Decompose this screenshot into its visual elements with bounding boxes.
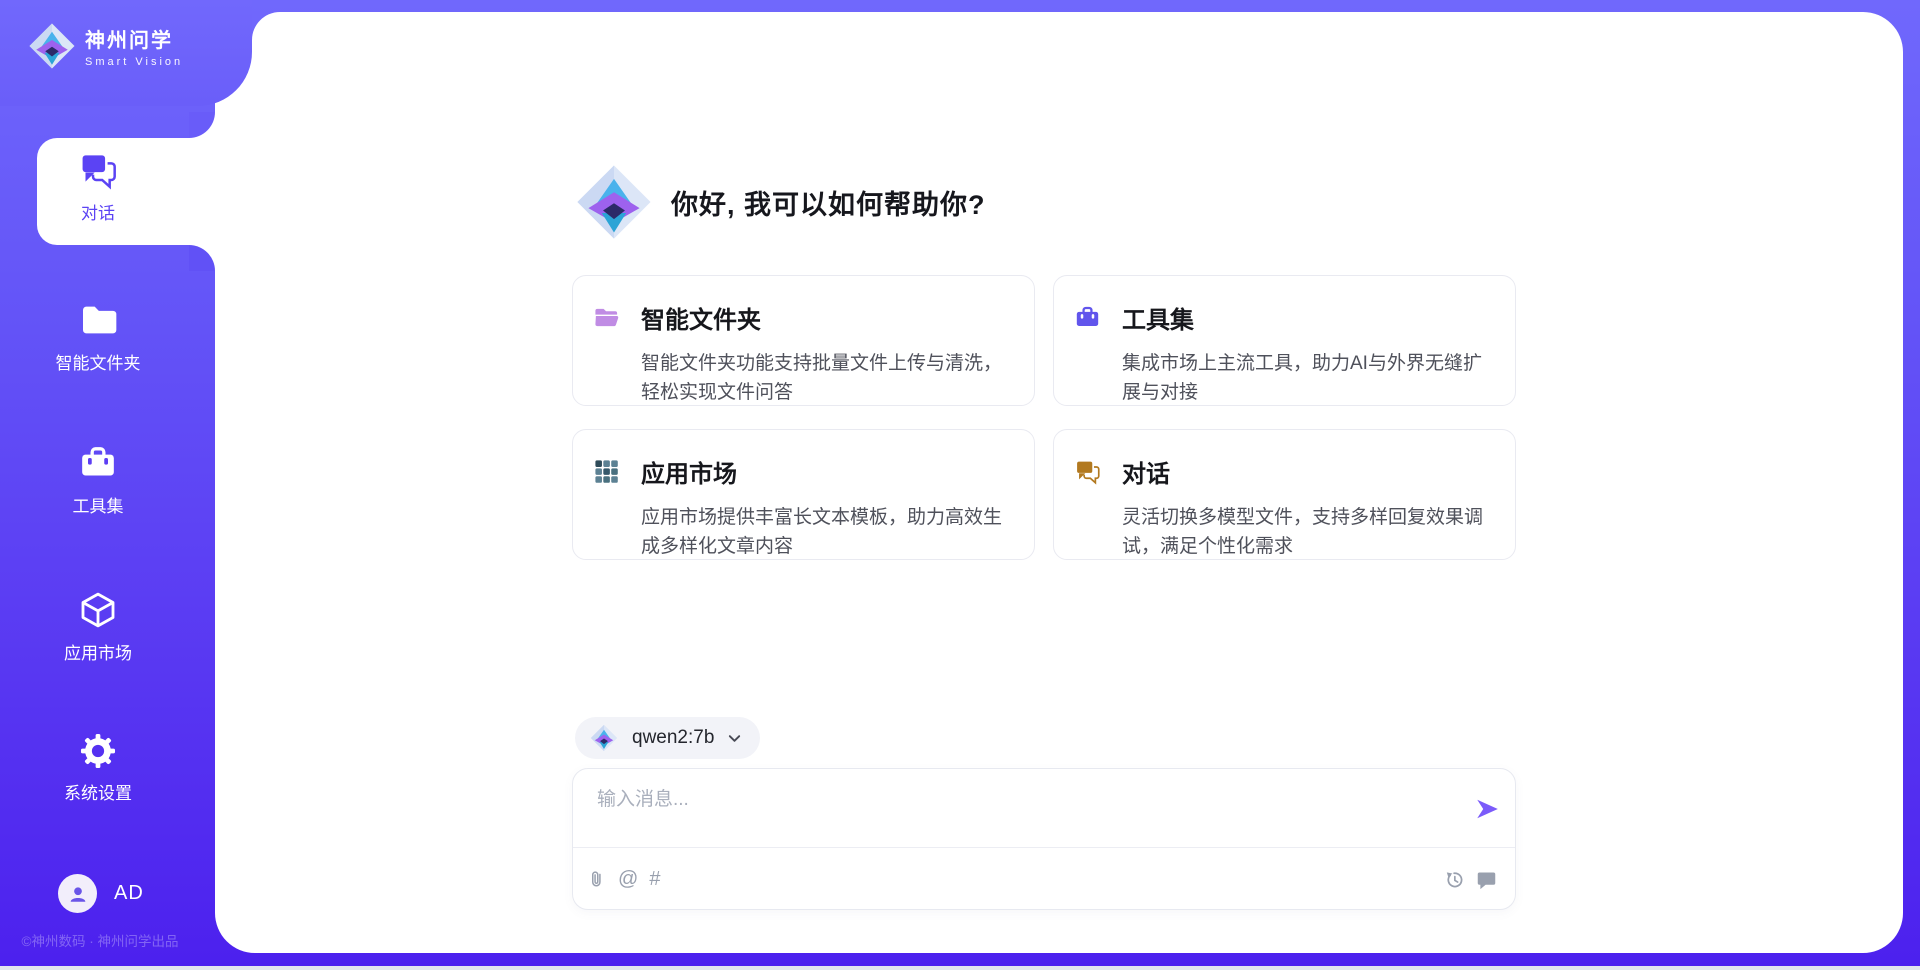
- sidebar-item-chat[interactable]: 对话: [37, 138, 215, 245]
- history-icon: [1444, 869, 1465, 890]
- sidebar-item-settings[interactable]: 系统设置: [0, 732, 196, 804]
- sidebar-item-app-market[interactable]: 应用市场: [0, 590, 196, 664]
- brand-name: 神州问学: [85, 24, 183, 53]
- card-description: 集成市场上主流工具，助力AI与外界无缝扩展与对接: [1122, 349, 1489, 406]
- at-icon: @: [618, 869, 638, 889]
- brand-diamond-icon: [590, 724, 618, 752]
- user-account[interactable]: AD: [58, 874, 144, 913]
- corner-curve-decoration: [252, 12, 280, 40]
- sidebar-item-toolset[interactable]: 工具集: [0, 443, 196, 517]
- comment-icon: [1476, 869, 1497, 890]
- card-description: 智能文件夹功能支持批量文件上传与清洗，轻松实现文件问答: [641, 349, 1008, 406]
- card-title: 应用市场: [641, 454, 737, 489]
- card-head: 工具集: [1074, 300, 1489, 335]
- model-name: qwen2:7b: [632, 727, 714, 749]
- card-head: 智能文件夹: [593, 300, 1008, 335]
- copyright-footer: ©神州数码 · 神州问学出品: [0, 930, 200, 950]
- feature-cards: 智能文件夹 智能文件夹功能支持批量文件上传与清洗，轻松实现文件问答 工具集 集成…: [572, 275, 1516, 560]
- composer-toolbar: @ #: [587, 848, 1497, 910]
- brand-logo: 神州问学 Smart Vision: [28, 22, 183, 70]
- user-name: AD: [114, 882, 144, 905]
- gear-icon: [79, 732, 117, 770]
- card-chat[interactable]: 对话 灵活切换多模型文件，支持多样回复效果调试，满足个性化需求: [1053, 429, 1516, 560]
- card-toolset[interactable]: 工具集 集成市场上主流工具，助力AI与外界无缝扩展与对接: [1053, 275, 1516, 406]
- main-content: 你好, 我可以如何帮助你? 智能文件夹 智能文件夹功能支持批量文件上传与清洗，轻…: [215, 12, 1903, 953]
- sidebar-item-chat-inner: 对话: [37, 138, 159, 224]
- sidebar-item-smart-folder[interactable]: 智能文件夹: [0, 300, 196, 374]
- greeting: 你好, 我可以如何帮助你?: [575, 163, 986, 241]
- model-selector[interactable]: qwen2:7b: [575, 717, 760, 759]
- brand-diamond-icon: [28, 22, 76, 70]
- message-input[interactable]: [597, 783, 1427, 817]
- sidebar-item-label: 工具集: [73, 492, 124, 517]
- card-head: 应用市场: [593, 454, 1008, 489]
- greeting-title: 你好, 我可以如何帮助你?: [671, 183, 986, 222]
- bottom-edge-strip: [0, 966, 1920, 970]
- card-head: 对话: [1074, 454, 1489, 489]
- topic-button[interactable]: #: [649, 869, 660, 889]
- card-description: 应用市场提供丰富长文本模板，助力高效生成多样化文章内容: [641, 503, 1008, 560]
- sidebar-item-label: 智能文件夹: [56, 349, 141, 374]
- brand-subtitle: Smart Vision: [85, 56, 183, 68]
- message-composer: @ #: [572, 768, 1516, 910]
- paperclip-icon: [587, 869, 607, 889]
- card-app-market[interactable]: 应用市场 应用市场提供丰富长文本模板，助力高效生成多样化文章内容: [572, 429, 1035, 560]
- send-icon[interactable]: [1474, 796, 1500, 822]
- chat-bubbles-icon: [1074, 458, 1101, 485]
- hash-icon: #: [649, 869, 660, 889]
- chevron-down-icon: [727, 731, 742, 746]
- avatar: [58, 874, 97, 913]
- sidebar-item-label: 对话: [81, 199, 115, 224]
- sidebar-item-label: 系统设置: [64, 779, 132, 804]
- sidebar: 神州问学 Smart Vision 对话 智能文件夹 工具集 应用市场 系统设置: [0, 0, 215, 970]
- card-title: 对话: [1122, 454, 1170, 489]
- app-screen: 神州问学 Smart Vision 对话 智能文件夹 工具集 应用市场 系统设置: [0, 0, 1920, 970]
- card-smart-folder[interactable]: 智能文件夹 智能文件夹功能支持批量文件上传与清洗，轻松实现文件问答: [572, 275, 1035, 406]
- feedback-button[interactable]: [1476, 869, 1497, 890]
- cube-icon: [78, 590, 118, 630]
- folder-icon: [78, 300, 118, 340]
- person-icon: [67, 883, 89, 905]
- attach-file-button[interactable]: [587, 869, 607, 889]
- card-description: 灵活切换多模型文件，支持多样回复效果调试，满足个性化需求: [1122, 503, 1489, 560]
- app-grid-icon: [593, 458, 620, 485]
- brand-diamond-icon: [575, 163, 653, 241]
- folder-open-icon: [593, 304, 620, 331]
- brand-text: 神州问学 Smart Vision: [85, 24, 183, 68]
- history-button[interactable]: [1444, 869, 1465, 890]
- toolbox-icon: [78, 443, 118, 483]
- chat-icon: [78, 150, 118, 190]
- card-title: 智能文件夹: [641, 300, 761, 335]
- mention-button[interactable]: @: [618, 869, 638, 889]
- card-title: 工具集: [1122, 300, 1194, 335]
- briefcase-icon: [1074, 304, 1101, 331]
- sidebar-item-label: 应用市场: [64, 639, 132, 664]
